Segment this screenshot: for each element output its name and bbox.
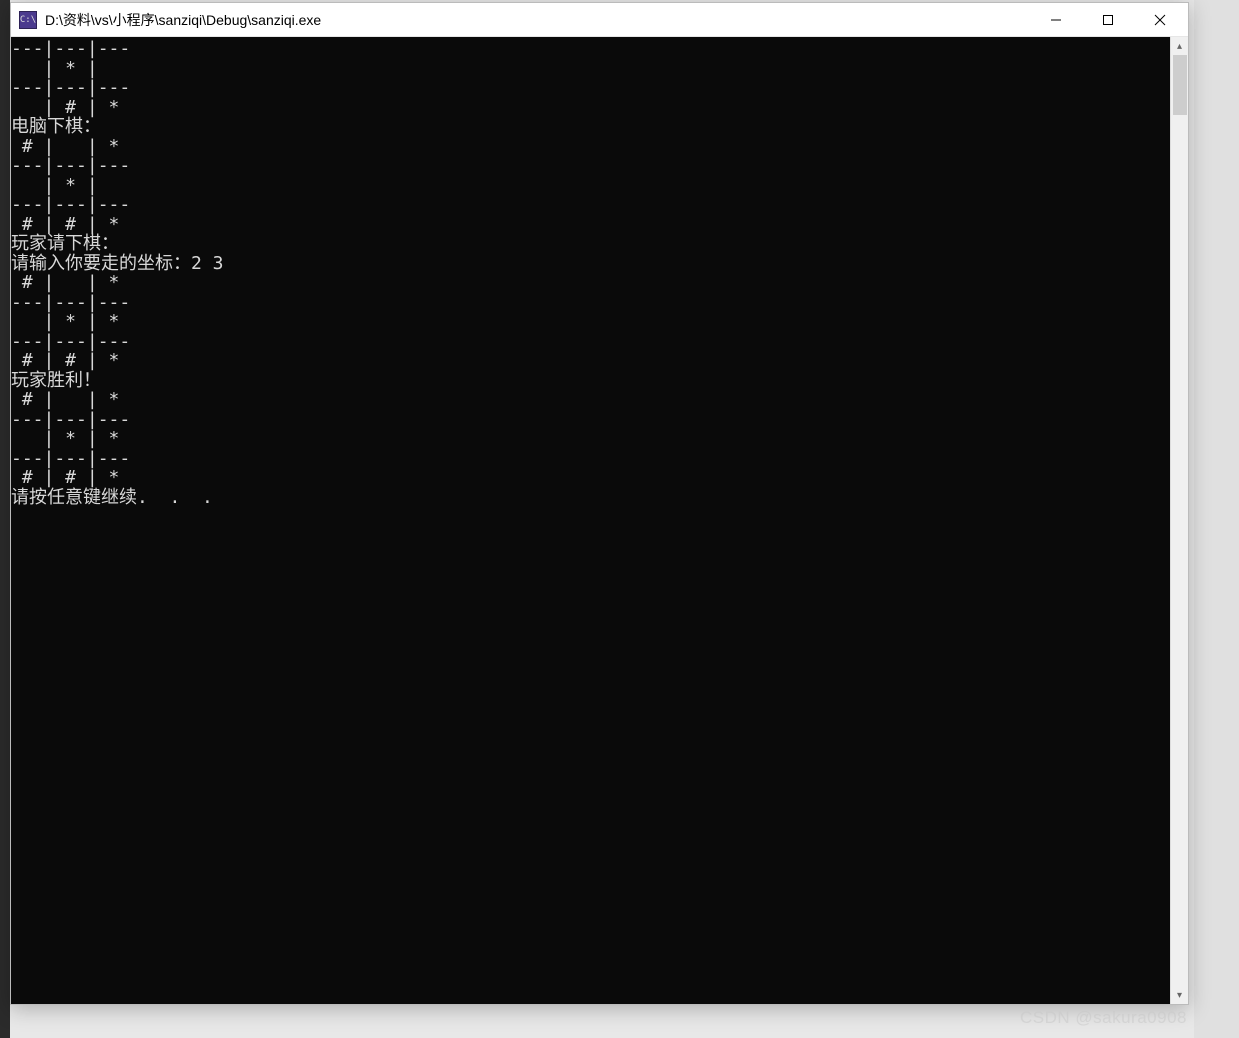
scroll-down-arrow-icon[interactable]: ▾	[1171, 986, 1188, 1004]
scroll-up-arrow-icon[interactable]: ▴	[1171, 37, 1188, 55]
console-output: ---|---|--- | * | ---|---|--- | # | * 电脑…	[11, 37, 1170, 1004]
background-editor-strip-right	[1194, 0, 1239, 1038]
console-window: C:\ D:\资料\vs\小程序\sanziqi\Debug\sanziqi.e…	[10, 2, 1189, 1005]
scrollbar-thumb[interactable]	[1173, 55, 1187, 115]
window-title: D:\资料\vs\小程序\sanziqi\Debug\sanziqi.exe	[45, 10, 1030, 30]
maximize-button[interactable]	[1082, 3, 1134, 36]
background-editor-strip-left	[0, 0, 10, 1038]
app-icon: C:\	[19, 11, 37, 29]
close-button[interactable]	[1134, 3, 1186, 36]
vertical-scrollbar[interactable]: ▴ ▾	[1170, 37, 1188, 1004]
minimize-icon	[1050, 14, 1062, 26]
window-controls	[1030, 3, 1186, 36]
maximize-icon	[1102, 14, 1114, 26]
close-icon	[1154, 14, 1166, 26]
watermark-text: CSDN @sakura0908	[1020, 1008, 1187, 1028]
minimize-button[interactable]	[1030, 3, 1082, 36]
client-area: ---|---|--- | * | ---|---|--- | # | * 电脑…	[11, 37, 1188, 1004]
titlebar[interactable]: C:\ D:\资料\vs\小程序\sanziqi\Debug\sanziqi.e…	[11, 3, 1188, 37]
